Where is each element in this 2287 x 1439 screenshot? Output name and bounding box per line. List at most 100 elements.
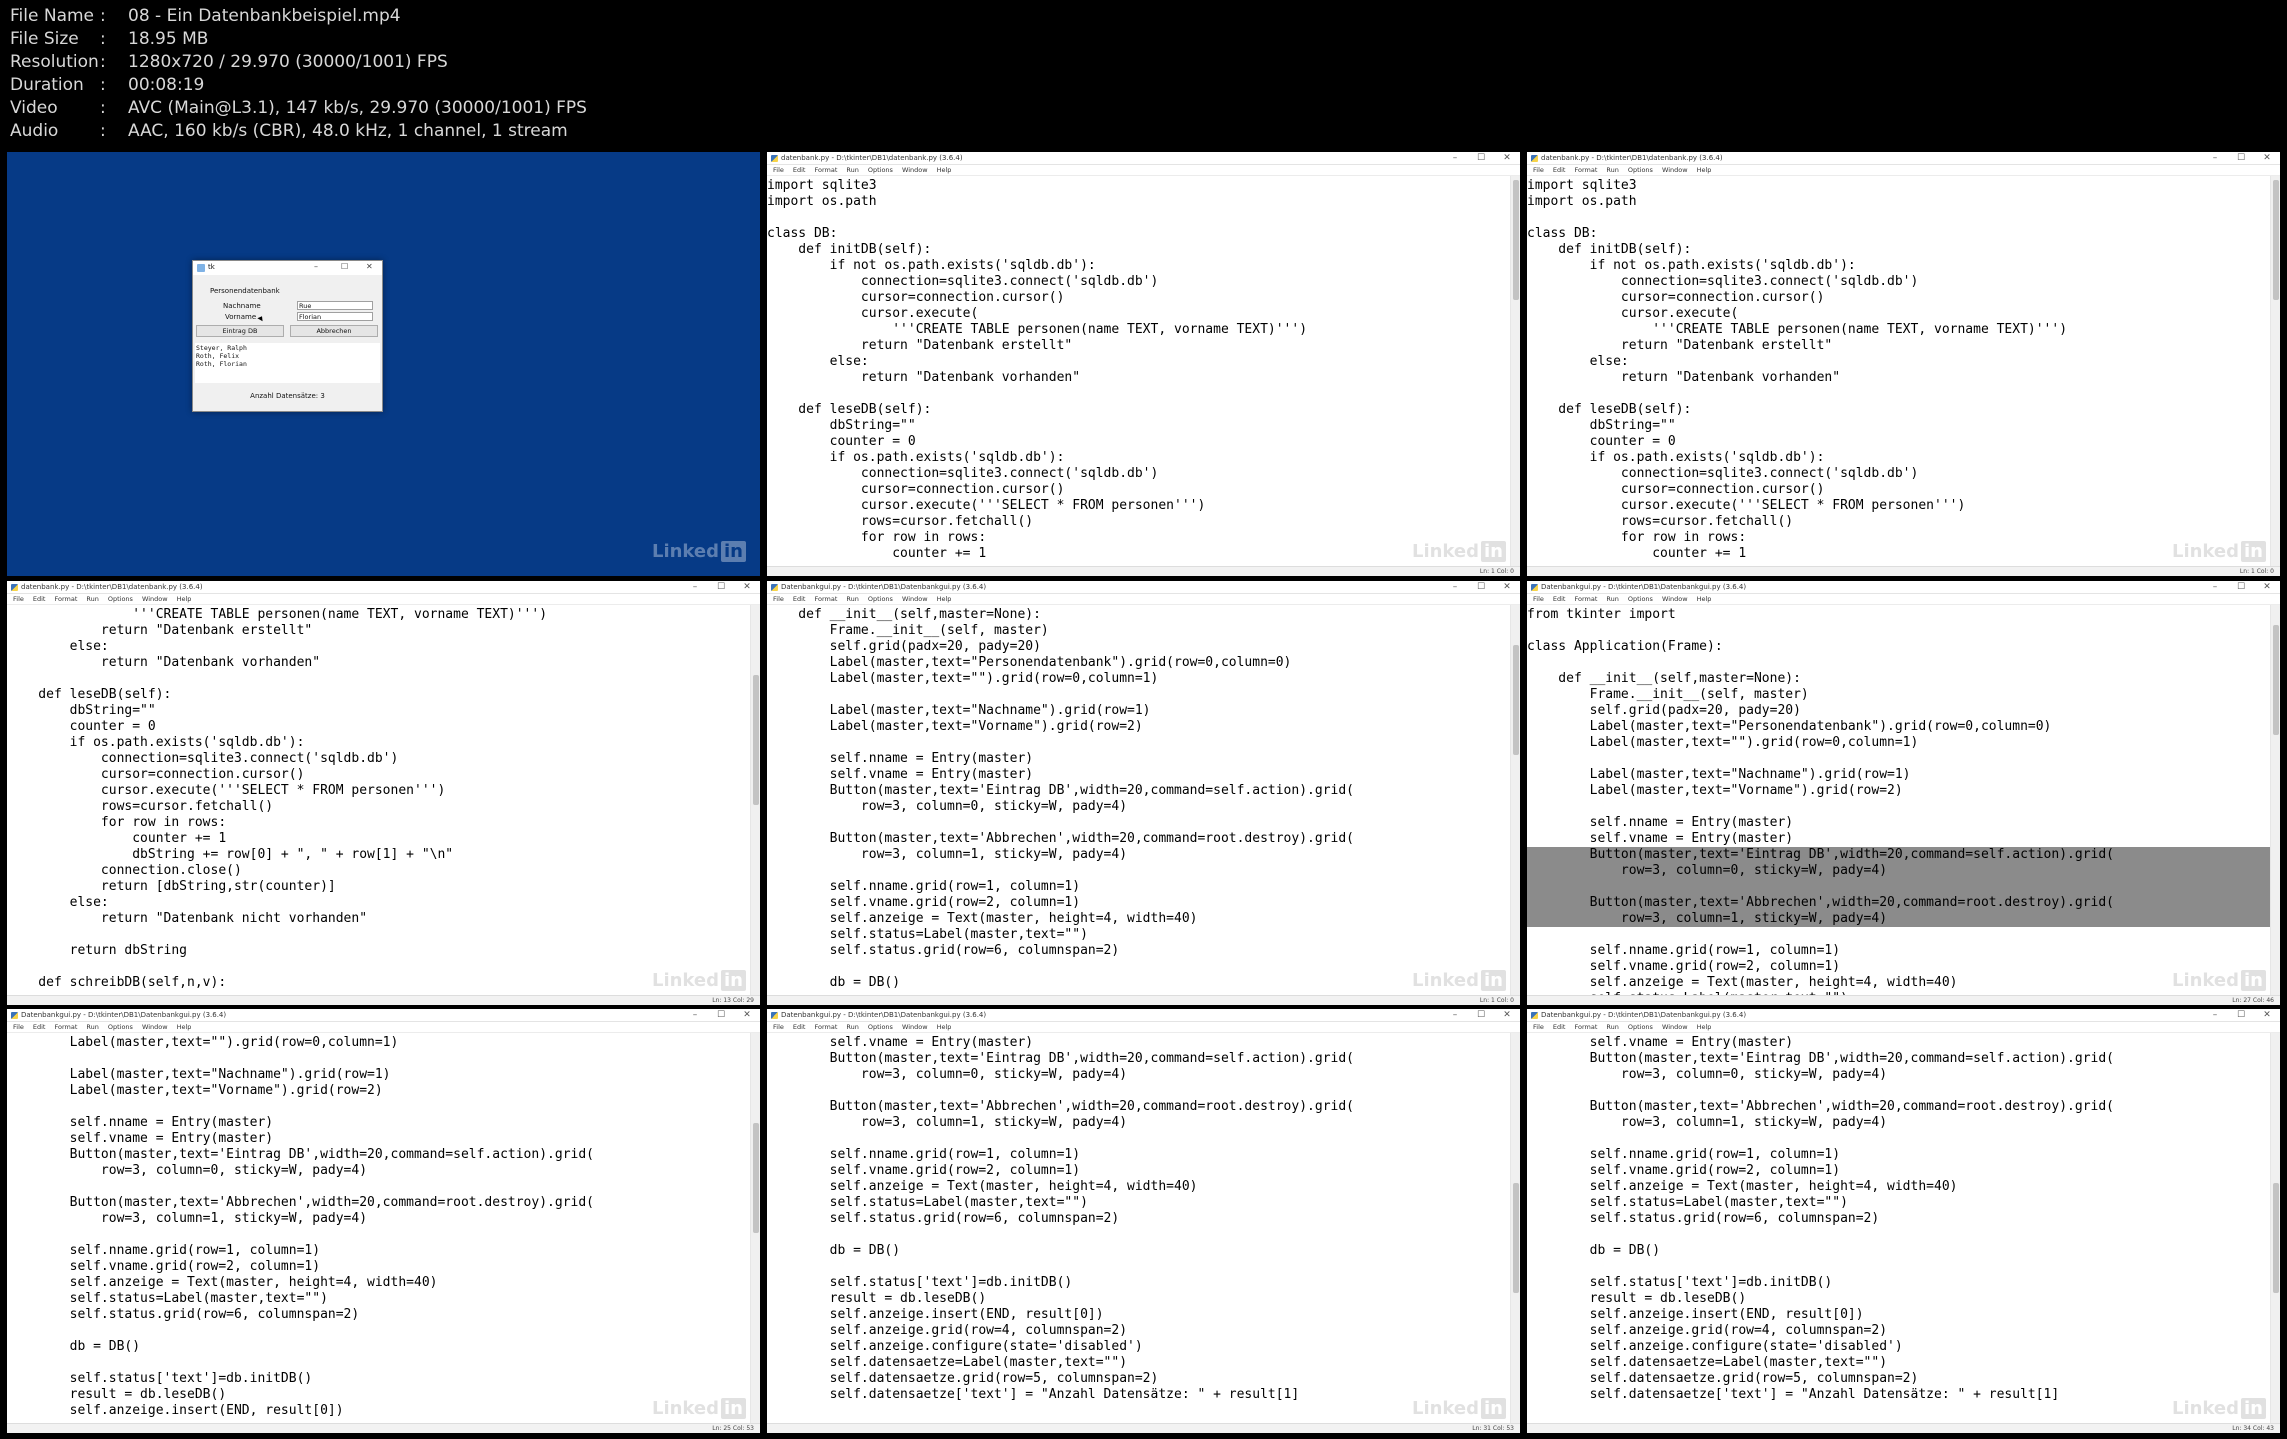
close-icon[interactable]: ✕ [1494,152,1520,164]
maximize-icon[interactable]: ☐ [1468,581,1494,593]
scrollbar-thumb[interactable] [1513,645,1519,755]
menu-item-window[interactable]: Window [1662,1023,1688,1031]
menu-item-window[interactable]: Window [1662,595,1688,603]
close-icon[interactable]: ✕ [2254,152,2280,164]
code-editor[interactable]: import sqlite3 import os.path class DB: de… [1527,176,2270,566]
menu-item-file[interactable]: File [13,595,24,603]
close-icon[interactable]: ✕ [366,262,373,271]
menu-item-help[interactable]: Help [1697,1023,1712,1031]
maximize-icon[interactable]: ☐ [2228,581,2254,593]
maximize-icon[interactable]: ☐ [2228,152,2254,164]
menu-item-file[interactable]: File [1533,1023,1544,1031]
menu-item-format[interactable]: Format [1574,166,1597,174]
menu-item-options[interactable]: Options [868,1023,893,1031]
menu-item-file[interactable]: File [773,595,784,603]
vertical-scrollbar[interactable] [1510,176,1520,566]
menu-item-file[interactable]: File [773,1023,784,1031]
menu-item-edit[interactable]: Edit [1553,1023,1566,1031]
code-editor[interactable]: self.vname = Entry(master) Button(master… [1527,1033,2270,1423]
scrollbar-thumb[interactable] [2273,625,2279,735]
code-editor[interactable]: from tkinter import class Application(Fra… [1527,605,2270,995]
menu-item-file[interactable]: File [773,166,784,174]
maximize-icon[interactable]: ☐ [708,1009,734,1021]
scrollbar-thumb[interactable] [753,675,759,805]
vertical-scrollbar[interactable] [2270,605,2280,995]
menu-item-run[interactable]: Run [846,1023,858,1031]
menu-item-edit[interactable]: Edit [793,166,806,174]
close-icon[interactable]: ✕ [734,1009,760,1021]
menu-item-run[interactable]: Run [86,595,98,603]
maximize-icon[interactable]: ☐ [1468,1009,1494,1021]
tk-vorname-entry[interactable]: Florian [297,312,373,321]
code-editor[interactable]: Label(master,text="").grid(row=0,column=… [7,1033,750,1423]
close-icon[interactable]: ✕ [2254,581,2280,593]
menu-item-file[interactable]: File [1533,595,1544,603]
menu-item-run[interactable]: Run [86,1023,98,1031]
menu-item-window[interactable]: Window [142,595,168,603]
menu-item-run[interactable]: Run [846,166,858,174]
minimize-icon[interactable]: – [1442,152,1468,164]
minimize-icon[interactable]: – [2202,1009,2228,1021]
maximize-icon[interactable]: ☐ [708,581,734,593]
menu-item-help[interactable]: Help [1697,166,1712,174]
menu-item-window[interactable]: Window [902,595,928,603]
vertical-scrollbar[interactable] [1510,1033,1520,1423]
menu-item-help[interactable]: Help [177,1023,192,1031]
scrollbar-thumb[interactable] [2273,180,2279,300]
menu-item-run[interactable]: Run [1606,166,1618,174]
minimize-icon[interactable]: – [2202,152,2228,164]
menu-item-options[interactable]: Options [868,166,893,174]
menu-item-options[interactable]: Options [1628,1023,1653,1031]
menu-item-options[interactable]: Options [108,1023,133,1031]
maximize-icon[interactable]: ☐ [1468,152,1494,164]
menu-item-format[interactable]: Format [814,166,837,174]
vertical-scrollbar[interactable] [2270,176,2280,566]
menu-item-edit[interactable]: Edit [1553,166,1566,174]
menu-item-window[interactable]: Window [142,1023,168,1031]
minimize-icon[interactable]: – [2202,581,2228,593]
scrollbar-thumb[interactable] [753,1123,759,1233]
menu-item-format[interactable]: Format [814,595,837,603]
menu-item-edit[interactable]: Edit [793,1023,806,1031]
menu-item-run[interactable]: Run [1606,595,1618,603]
menu-item-options[interactable]: Options [1628,595,1653,603]
maximize-icon[interactable]: ☐ [2228,1009,2254,1021]
menu-item-format[interactable]: Format [1574,595,1597,603]
menu-item-window[interactable]: Window [902,166,928,174]
code-editor[interactable]: self.vname = Entry(master) Button(master… [767,1033,1510,1423]
code-editor[interactable]: '''CREATE TABLE personen(name TEXT, vorn… [7,605,750,995]
minimize-icon[interactable]: – [314,262,318,271]
code-editor[interactable]: def __init__(self,master=None): Frame.__… [767,605,1510,995]
menu-item-file[interactable]: File [13,1023,24,1031]
menu-item-format[interactable]: Format [54,1023,77,1031]
scrollbar-thumb[interactable] [1513,180,1519,300]
menu-item-run[interactable]: Run [846,595,858,603]
scrollbar-thumb[interactable] [2273,1183,2279,1293]
minimize-icon[interactable]: – [1442,1009,1468,1021]
menu-item-file[interactable]: File [1533,166,1544,174]
menu-item-edit[interactable]: Edit [33,595,46,603]
close-icon[interactable]: ✕ [1494,581,1520,593]
menu-item-edit[interactable]: Edit [1553,595,1566,603]
close-icon[interactable]: ✕ [2254,1009,2280,1021]
menu-item-format[interactable]: Format [1574,1023,1597,1031]
menu-item-window[interactable]: Window [1662,166,1688,174]
menu-item-options[interactable]: Options [108,595,133,603]
vertical-scrollbar[interactable] [750,605,760,995]
menu-item-format[interactable]: Format [814,1023,837,1031]
menu-item-help[interactable]: Help [937,166,952,174]
close-icon[interactable]: ✕ [1494,1009,1520,1021]
vertical-scrollbar[interactable] [1510,605,1520,995]
scrollbar-thumb[interactable] [1513,1183,1519,1293]
menu-item-help[interactable]: Help [1697,595,1712,603]
vertical-scrollbar[interactable] [2270,1033,2280,1423]
menu-item-help[interactable]: Help [177,595,192,603]
menu-item-run[interactable]: Run [1606,1023,1618,1031]
menu-item-window[interactable]: Window [902,1023,928,1031]
menu-item-options[interactable]: Options [1628,166,1653,174]
tk-nachname-entry[interactable]: Rue [297,301,373,310]
menu-item-options[interactable]: Options [868,595,893,603]
close-icon[interactable]: ✕ [734,581,760,593]
menu-item-help[interactable]: Help [937,595,952,603]
minimize-icon[interactable]: – [682,1009,708,1021]
